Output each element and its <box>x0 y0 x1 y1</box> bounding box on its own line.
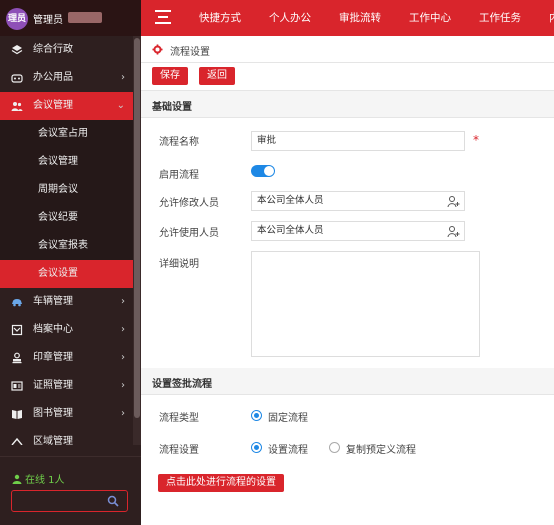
use-users-label: 允许使用人员 <box>159 228 219 239</box>
toolbar: 保存 返回 <box>141 63 554 91</box>
sidebar-item-seal[interactable]: 印章管理 › <box>0 344 133 372</box>
breadcrumb: 流程设置 <box>141 36 554 63</box>
seal-icon <box>12 352 22 364</box>
sidebar-item-label: 办公用品 <box>33 72 73 83</box>
nav-approval[interactable]: 审批流转 <box>325 0 395 36</box>
enable-flow-label: 启用流程 <box>159 170 199 181</box>
book-icon <box>12 410 22 419</box>
admin-name[interactable]: 管理员 <box>33 11 63 26</box>
sidebar-item-vehicle[interactable]: 车辆管理 › <box>0 288 133 316</box>
page-title: 流程设置 <box>170 47 210 58</box>
sidebar-item-label: 综合行政 <box>33 44 73 55</box>
brand-area: 理员 管理员 <box>0 0 141 36</box>
set-flow-radio[interactable] <box>251 442 262 453</box>
chevron-right-icon: › <box>121 380 125 391</box>
use-users-value: 本公司全体人员 <box>257 225 324 236</box>
car-seat-icon <box>11 74 23 83</box>
main-panel: 流程设置 保存 返回 基础设置 流程名称 审批 * 启用流程 允许修改人员 本公… <box>141 36 554 525</box>
sidebar-item-meeting[interactable]: 会议管理 ⌄ <box>0 92 133 120</box>
sign-flow-section: 设置签批流程 <box>141 368 554 395</box>
sidebar-item-label: 图书管理 <box>33 408 73 419</box>
sidebar-subitem-room-report[interactable]: 会议室报表 <box>0 232 133 260</box>
sidebar-subitem-minutes[interactable]: 会议纪要 <box>0 204 133 232</box>
add-user-icon[interactable] <box>447 195 460 208</box>
id-card-icon <box>11 381 23 391</box>
edit-users-field[interactable]: 本公司全体人员 <box>251 191 465 211</box>
section-title: 设置签批流程 <box>152 379 212 390</box>
car-icon <box>12 299 22 307</box>
online-count: 在线 1人 <box>25 475 65 486</box>
sidebar-scroll-thumb[interactable] <box>134 38 140 418</box>
section-title: 基础设置 <box>152 102 192 113</box>
sidebar-search-input[interactable] <box>11 490 128 512</box>
copy-flow-radio[interactable] <box>329 442 340 453</box>
edit-users-label: 允许修改人员 <box>159 198 219 209</box>
top-nav: 快捷方式 个人办公 审批流转 工作中心 工作任务 内 <box>185 0 554 36</box>
sidebar-item-region[interactable]: 区域管理 <box>0 428 133 445</box>
add-user-icon[interactable] <box>447 225 460 238</box>
sidebar-item-admin[interactable]: 综合行政 <box>0 36 133 64</box>
nav-work-task[interactable]: 工作任务 <box>465 0 535 36</box>
group-icon <box>11 102 23 111</box>
required-mark: * <box>473 133 479 147</box>
region-icon <box>11 437 23 445</box>
sidebar-item-archive[interactable]: 档案中心 › <box>0 316 133 344</box>
flow-name-input[interactable]: 审批 <box>251 131 465 151</box>
redacted-username <box>68 12 102 23</box>
sidebar-scrollbar[interactable] <box>133 36 141 445</box>
chevron-right-icon: › <box>121 408 125 419</box>
save-button[interactable]: 保存 <box>152 67 188 85</box>
archive-icon <box>11 324 23 336</box>
sidebar-subitem-periodic[interactable]: 周期会议 <box>0 176 133 204</box>
sidebar-item-label: 区域管理 <box>33 436 73 445</box>
basic-settings-section: 基础设置 <box>141 91 554 118</box>
sidebar-item-label: 证照管理 <box>33 380 73 391</box>
enable-flow-toggle[interactable] <box>251 165 275 177</box>
copy-flow-label: 复制预定义流程 <box>346 445 416 456</box>
sidebar-subitem-room-usage[interactable]: 会议室占用 <box>0 120 133 148</box>
sidebar-footer: 在线 1人 <box>0 456 141 525</box>
set-flow-label: 设置流程 <box>268 445 308 456</box>
chevron-right-icon: › <box>121 72 125 83</box>
fixed-flow-label: 固定流程 <box>268 413 308 424</box>
sidebar-item-label: 会议管理 <box>33 100 73 111</box>
sidebar-subitem-meeting-manage[interactable]: 会议管理 <box>0 148 133 176</box>
chevron-right-icon: › <box>121 296 125 307</box>
sidebar-menu: 综合行政 办公用品 › 会议管理 ⌄ 会议室占用 会议管理 周期会议 会议纪要 … <box>0 36 133 445</box>
menu-toggle-icon[interactable] <box>155 10 171 24</box>
flow-setting-label: 流程设置 <box>159 445 199 456</box>
sidebar: 综合行政 办公用品 › 会议管理 ⌄ 会议室占用 会议管理 周期会议 会议纪要 … <box>0 36 141 525</box>
nav-work-center[interactable]: 工作中心 <box>395 0 465 36</box>
chevron-down-icon: ⌄ <box>116 100 125 111</box>
avatar[interactable]: 理员 <box>6 8 28 30</box>
chevron-right-icon: › <box>121 324 125 335</box>
nav-personal[interactable]: 个人办公 <box>255 0 325 36</box>
user-icon <box>12 474 22 484</box>
chevron-right-icon: › <box>121 352 125 363</box>
toggle-knob <box>264 166 274 176</box>
sidebar-item-label: 印章管理 <box>33 352 73 363</box>
gear-icon <box>152 44 163 55</box>
search-icon[interactable] <box>107 495 119 507</box>
sidebar-item-library[interactable]: 图书管理 › <box>0 400 133 428</box>
nav-quick[interactable]: 快捷方式 <box>185 0 255 36</box>
flow-type-label: 流程类型 <box>159 413 199 424</box>
configure-flow-button[interactable]: 点击此处进行流程的设置 <box>158 474 284 492</box>
sidebar-item-label: 车辆管理 <box>33 296 73 307</box>
nav-more[interactable]: 内 <box>535 0 554 36</box>
back-button[interactable]: 返回 <box>199 67 235 85</box>
sidebar-subitem-meeting-settings[interactable]: 会议设置 <box>0 260 133 288</box>
edit-users-value: 本公司全体人员 <box>257 195 324 206</box>
online-status: 在线 1人 <box>12 471 65 486</box>
description-textarea[interactable] <box>251 251 480 357</box>
top-header: 理员 管理员 快捷方式 个人办公 审批流转 工作中心 工作任务 内 <box>0 0 554 36</box>
description-label: 详细说明 <box>159 259 199 270</box>
use-users-field[interactable]: 本公司全体人员 <box>251 221 465 241</box>
sidebar-item-office-supplies[interactable]: 办公用品 › <box>0 64 133 92</box>
sidebar-item-license[interactable]: 证照管理 › <box>0 372 133 400</box>
layers-icon <box>11 45 23 55</box>
sidebar-item-label: 档案中心 <box>33 324 73 335</box>
fixed-flow-radio[interactable] <box>251 410 262 421</box>
flow-name-label: 流程名称 <box>159 137 199 148</box>
